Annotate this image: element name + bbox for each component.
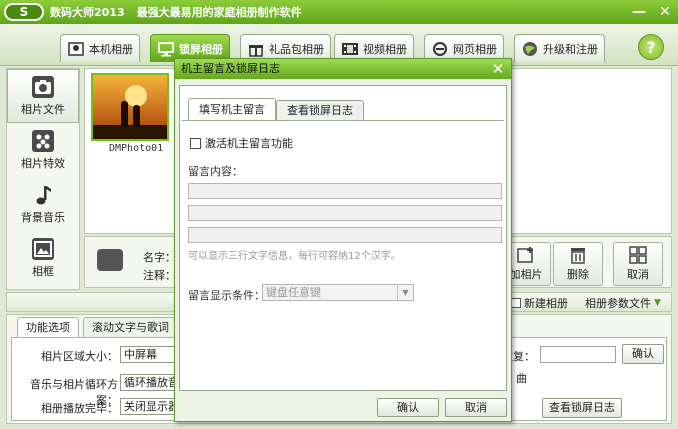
- message-hint: 可以显示三行文字信息，每行可容纳12个汉字。: [188, 251, 401, 262]
- cancel-label: 取消: [627, 268, 649, 281]
- title-bar: S 数码大师2013 最强大最易用的家庭相册制作软件 — ✕: [0, 0, 678, 24]
- after-play-select[interactable]: 关闭显示器: [120, 398, 180, 415]
- after-play-label: 相册播放完毕：: [41, 402, 118, 415]
- photo-thumbnail[interactable]: [91, 73, 169, 141]
- area-size-label: 相片区域大小：: [41, 350, 118, 363]
- film-icon: [341, 40, 359, 58]
- minimize-icon[interactable]: —: [630, 3, 648, 21]
- trash-icon: [571, 248, 585, 264]
- tab-label: 本机相册: [89, 42, 133, 56]
- confirm-button[interactable]: 确认: [622, 344, 664, 364]
- sidebar-item-photo-effects[interactable]: 相片特效: [7, 123, 79, 177]
- grid-icon: [629, 246, 647, 264]
- tab-function-options[interactable]: 功能选项: [17, 317, 79, 337]
- tab-label: 升级和注册: [543, 42, 598, 56]
- activate-label: 激活机主留言功能: [205, 137, 293, 150]
- add-photo-icon: [517, 247, 533, 263]
- camera-icon: [97, 249, 123, 271]
- photo-album-icon: [67, 40, 85, 58]
- loop-select[interactable]: 循环播放音: [120, 374, 180, 391]
- gift-icon: [247, 40, 265, 58]
- owner-message-dialog: 机主留言及锁屏日志 ✕ 填写机主留言 查看锁屏日志 激活机主留言功能 留言内容：…: [174, 58, 512, 422]
- picture-frame-icon: [32, 237, 54, 260]
- new-album-icon: [511, 298, 521, 308]
- area-size-select[interactable]: 中屏幕: [120, 346, 180, 363]
- album-params-button[interactable]: 相册参数文件 ▼: [585, 295, 661, 311]
- delete-label: 删除: [567, 268, 589, 281]
- album-params-label: 相册参数文件: [585, 297, 651, 310]
- chevron-down-icon: ▼: [397, 285, 413, 300]
- tab-label: 网页相册: [453, 42, 497, 56]
- person-silhouette: [121, 101, 128, 127]
- note-label: 注释：: [143, 269, 176, 282]
- new-album-button[interactable]: 新建相册: [511, 295, 568, 311]
- sidebar-item-background-music[interactable]: 背景音乐: [7, 177, 79, 231]
- sidebar-item-label: 背景音乐: [21, 210, 65, 224]
- tab-label: 视频相册: [363, 42, 407, 56]
- sidebar-item-label: 相框: [32, 264, 54, 278]
- view-log-button[interactable]: 查看锁屏日志: [542, 398, 622, 418]
- help-button[interactable]: ?: [638, 34, 664, 60]
- app-title: 数码大师2013: [50, 6, 125, 19]
- app-logo: S: [4, 3, 44, 21]
- photo-name: DMPhoto01: [109, 143, 164, 154]
- tab-scrolling-text[interactable]: 滚动文字与歌词: [83, 317, 178, 337]
- message-line-1[interactable]: [188, 183, 502, 199]
- app-slogan: 最强大最易用的家庭相册制作软件: [136, 6, 302, 19]
- camera-icon: [32, 75, 54, 98]
- message-line-2[interactable]: [188, 205, 502, 221]
- content-label: 留言内容：: [188, 165, 243, 178]
- tab-write-message[interactable]: 填写机主留言: [188, 98, 276, 121]
- message-form: 激活机主留言功能 留言内容： 可以显示三行文字信息，每行可容纳12个汉字。 留言…: [182, 120, 504, 388]
- tab-label: 锁屏相册: [179, 42, 223, 56]
- music-note-icon: [32, 184, 54, 206]
- ie-icon: [431, 40, 449, 58]
- person-silhouette: [133, 105, 140, 127]
- effects-icon: [32, 129, 54, 152]
- tab-view-log[interactable]: 查看锁屏日志: [276, 100, 364, 120]
- tab-upgrade-register[interactable]: 升级和注册: [514, 34, 605, 62]
- chevron-down-icon: ▼: [654, 298, 661, 308]
- dialog-title-bar: 机主留言及锁屏日志 ✕: [175, 59, 511, 79]
- ground-silhouette: [93, 125, 167, 139]
- sidebar-item-label: 相片特效: [21, 156, 65, 170]
- condition-value: 键盘任意键: [266, 286, 321, 299]
- tab-label: 礼品包相册: [269, 42, 324, 56]
- condition-select[interactable]: 键盘任意键 ▼: [262, 284, 414, 301]
- ok-button[interactable]: 确认: [377, 398, 439, 417]
- new-album-label: 新建相册: [524, 297, 568, 310]
- message-line-3[interactable]: [188, 227, 502, 243]
- left-sidebar: 相片文件 相片特效 背景音乐 相框: [6, 68, 80, 290]
- delete-button[interactable]: 删除: [553, 242, 603, 286]
- close-icon[interactable]: ✕: [489, 60, 507, 78]
- dialog-title: 机主留言及锁屏日志: [181, 62, 280, 75]
- cancel-button[interactable]: 取消: [613, 242, 663, 286]
- tab-local-album[interactable]: 本机相册: [60, 34, 140, 62]
- sidebar-item-label: 相片文件: [21, 102, 65, 116]
- sidebar-item-photo-files[interactable]: 相片文件: [7, 69, 79, 123]
- close-icon[interactable]: ✕: [656, 3, 674, 21]
- sidebar-item-picture-frame[interactable]: 相框: [7, 231, 79, 285]
- name-label: 名字：: [143, 251, 176, 264]
- activate-checkbox[interactable]: [190, 137, 201, 149]
- globe-icon: [521, 40, 539, 58]
- monitor-icon: [157, 40, 175, 58]
- activate-checkbox-row[interactable]: 激活机主留言功能: [190, 135, 293, 151]
- sunset-sun: [125, 85, 147, 107]
- repeat-input[interactable]: [540, 346, 616, 363]
- condition-label: 留言显示条件：: [188, 289, 265, 302]
- add-photo-label: 加相片: [509, 268, 543, 281]
- dialog-cancel-button[interactable]: 取消: [445, 398, 507, 417]
- song-label: 曲: [516, 372, 527, 385]
- dialog-body: 填写机主留言 查看锁屏日志 激活机主留言功能 留言内容： 可以显示三行文字信息，…: [179, 85, 507, 391]
